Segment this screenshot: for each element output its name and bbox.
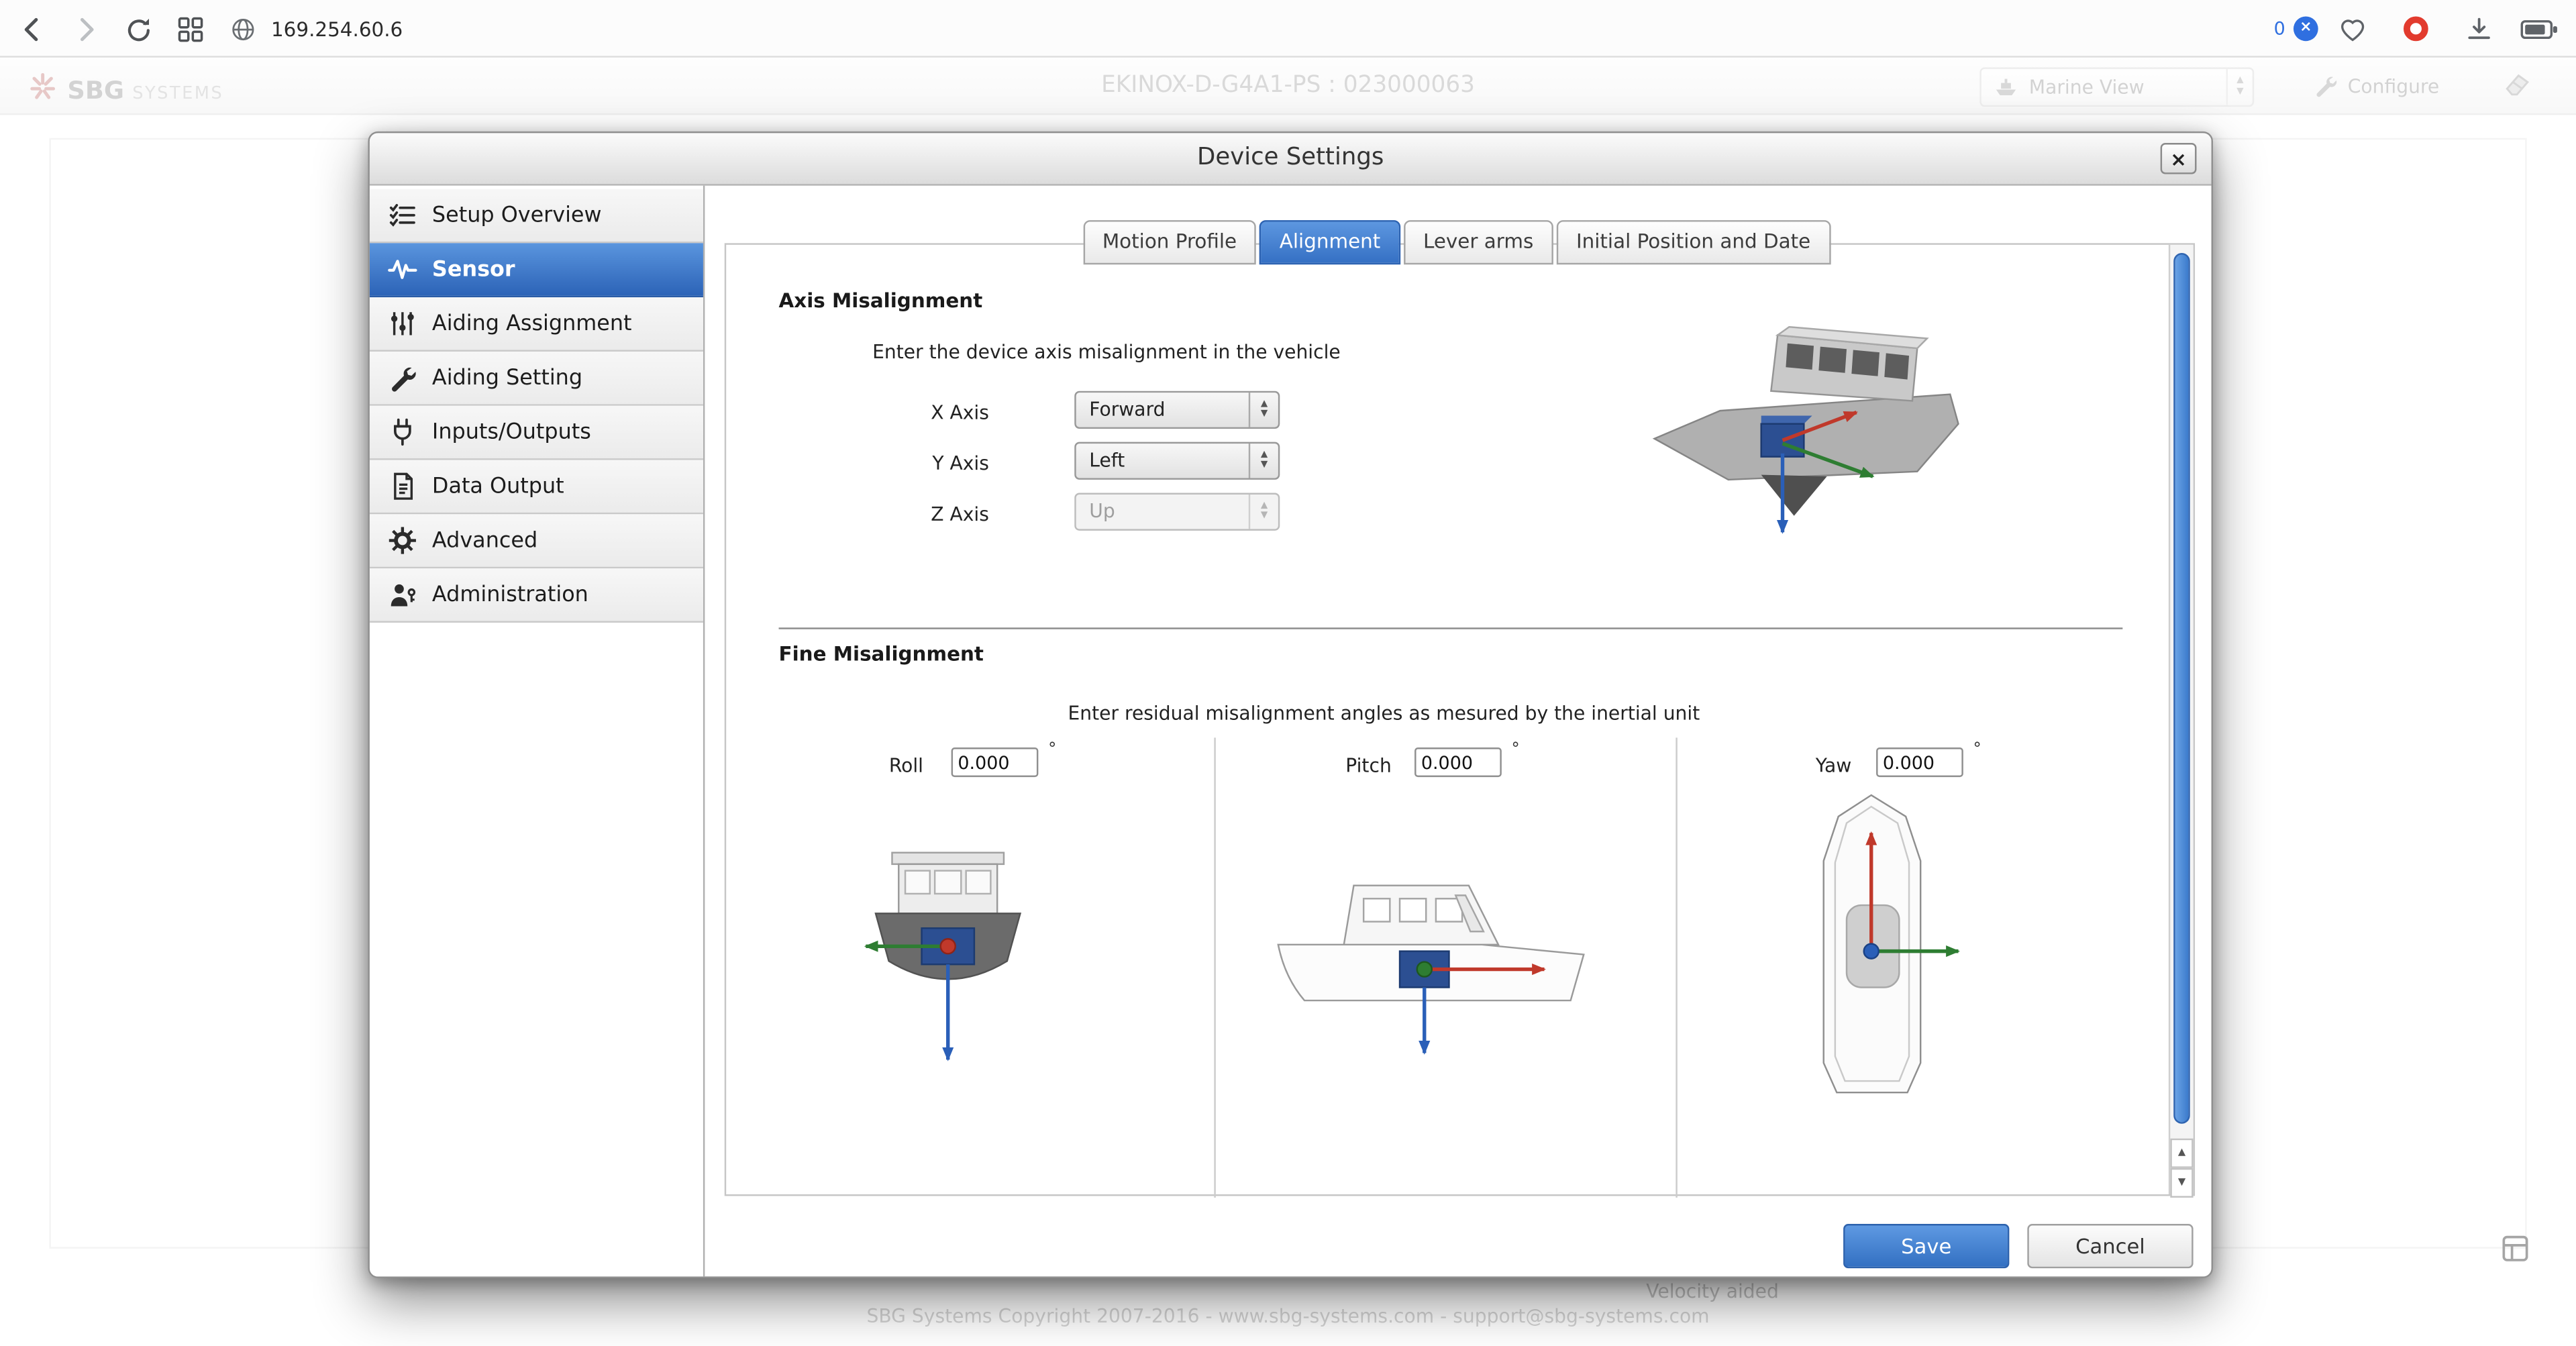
- sidebar-item-setup-overview[interactable]: Setup Overview: [370, 189, 703, 244]
- yaw-input[interactable]: [1876, 747, 1963, 777]
- waveform-icon: [388, 255, 417, 284]
- z-axis-label: Z Axis: [792, 503, 989, 525]
- reload-icon: [122, 14, 154, 46]
- connector-icon: [388, 417, 417, 447]
- heart-icon: [2338, 14, 2367, 44]
- axis-misalignment-instruction: Enter the device axis misalignment in th…: [872, 340, 1341, 363]
- x-axis-label: X Axis: [792, 401, 989, 423]
- alignment-tabs: Motion Profile Alignment Lever arms Init…: [1082, 220, 1833, 264]
- back-button[interactable]: [11, 8, 54, 51]
- y-axis-select-spinner[interactable]: ▲▼: [1249, 444, 1278, 478]
- globe-icon: [230, 15, 256, 42]
- z-axis-select-spinner: ▲▼: [1249, 495, 1278, 529]
- battery-icon: [2520, 15, 2560, 42]
- checklist-icon: [388, 201, 417, 230]
- administration-icon: [388, 580, 417, 609]
- sidebar-item-aiding-setting[interactable]: Aiding Setting: [370, 352, 703, 406]
- vertical-scrollbar[interactable]: ▲ ▼: [2169, 245, 2194, 1194]
- boat-top-view-image: [1778, 787, 1967, 1116]
- pitch-label: Pitch: [1260, 754, 1392, 777]
- tab-initial-position-and-date[interactable]: Initial Position and Date: [1557, 220, 1831, 264]
- section-divider: [779, 627, 2123, 629]
- status-corner-icon[interactable]: [2499, 1232, 2532, 1272]
- roll-label: Roll: [792, 754, 923, 777]
- grid-button[interactable]: [169, 8, 212, 51]
- roll-unit: °: [1048, 741, 1056, 759]
- url-text[interactable]: 169.254.60.6: [271, 17, 403, 40]
- sidebar-item-data-output[interactable]: Data Output: [370, 460, 703, 515]
- data-output-icon: [388, 472, 417, 501]
- settings-content: Motion Profile Alignment Lever arms Init…: [705, 186, 2211, 1277]
- yaw-unit: °: [1973, 741, 1981, 759]
- back-icon: [26, 19, 36, 39]
- y-axis-label: Y Axis: [792, 452, 989, 474]
- axis-misalignment-heading: Axis Misalignment: [779, 289, 983, 312]
- dialog-title: Device Settings: [370, 133, 2212, 184]
- boat-3d-image: [1630, 315, 1975, 554]
- downloads-button[interactable]: [2465, 14, 2494, 44]
- x-axis-select[interactable]: Forward ▲▼: [1074, 391, 1280, 429]
- browser-toolbar: 169.254.60.6 0 ×: [0, 0, 2576, 58]
- sidebar-item-aiding-assignment[interactable]: Aiding Assignment: [370, 297, 703, 352]
- tab-motion-profile[interactable]: Motion Profile: [1082, 220, 1256, 264]
- aiding-setting-icon: [388, 363, 417, 393]
- tab-alignment[interactable]: Alignment: [1259, 220, 1400, 264]
- forward-button[interactable]: [64, 8, 107, 51]
- battery-indicator: [2520, 15, 2560, 42]
- column-divider: [1676, 737, 1677, 1198]
- cancel-button[interactable]: Cancel: [2027, 1224, 2193, 1268]
- y-axis-select[interactable]: Left ▲▼: [1074, 442, 1280, 480]
- x-axis-select-spinner[interactable]: ▲▼: [1249, 393, 1278, 427]
- reload-button[interactable]: [117, 8, 160, 51]
- bookmark-button[interactable]: [2338, 14, 2367, 44]
- download-icon: [2465, 14, 2494, 44]
- sidebar-item-advanced[interactable]: Advanced: [370, 514, 703, 568]
- fine-misalignment-instruction: Enter residual misalignment angles as me…: [1068, 701, 1700, 724]
- boat-rear-view-image: [849, 836, 1047, 1074]
- fine-misalignment-heading: Fine Misalignment: [779, 642, 984, 665]
- scrollbar-thumb[interactable]: [2173, 253, 2189, 1124]
- blocker-count: 0: [2274, 18, 2285, 40]
- settings-sidebar: Setup Overview Sensor Aiding Assignment …: [370, 186, 705, 1277]
- sidebar-item-sensor[interactable]: Sensor: [370, 243, 703, 297]
- sidebar-item-administration[interactable]: Administration: [370, 568, 703, 623]
- tab-lever-arms[interactable]: Lever arms: [1404, 220, 1553, 264]
- save-button[interactable]: Save: [1843, 1224, 2009, 1268]
- content-blocker-icon[interactable]: ×: [2294, 16, 2318, 41]
- yaw-label: Yaw: [1720, 754, 1851, 777]
- screen: 169.254.60.6 0 × SBG SYSTEMS EKINOX-D: [0, 0, 2576, 1346]
- device-settings-dialog: Device Settings × Setup Overview Sensor …: [368, 132, 2213, 1278]
- boat-side-view-image: [1268, 849, 1597, 1063]
- scroll-up-button[interactable]: ▲: [2170, 1139, 2193, 1168]
- pitch-input[interactable]: [1414, 747, 1502, 777]
- aiding-assignment-icon: [388, 309, 417, 338]
- pitch-unit: °: [1512, 741, 1520, 759]
- column-divider: [1214, 737, 1215, 1198]
- dialog-header: Device Settings ×: [370, 133, 2212, 185]
- grid-icon: [176, 15, 205, 44]
- alignment-panel: Axis Misalignment Enter the device axis …: [725, 243, 2195, 1196]
- close-button[interactable]: ×: [2161, 143, 2197, 174]
- sidebar-item-inputs-outputs[interactable]: Inputs/Outputs: [370, 406, 703, 460]
- extension-icon[interactable]: [2404, 16, 2428, 41]
- address-bar[interactable]: 169.254.60.6: [230, 7, 403, 51]
- roll-input[interactable]: [951, 747, 1039, 777]
- gear-icon: [388, 525, 417, 555]
- forward-icon: [82, 19, 92, 39]
- scroll-down-button[interactable]: ▼: [2170, 1168, 2193, 1198]
- z-axis-select[interactable]: Up ▲▼: [1074, 493, 1280, 531]
